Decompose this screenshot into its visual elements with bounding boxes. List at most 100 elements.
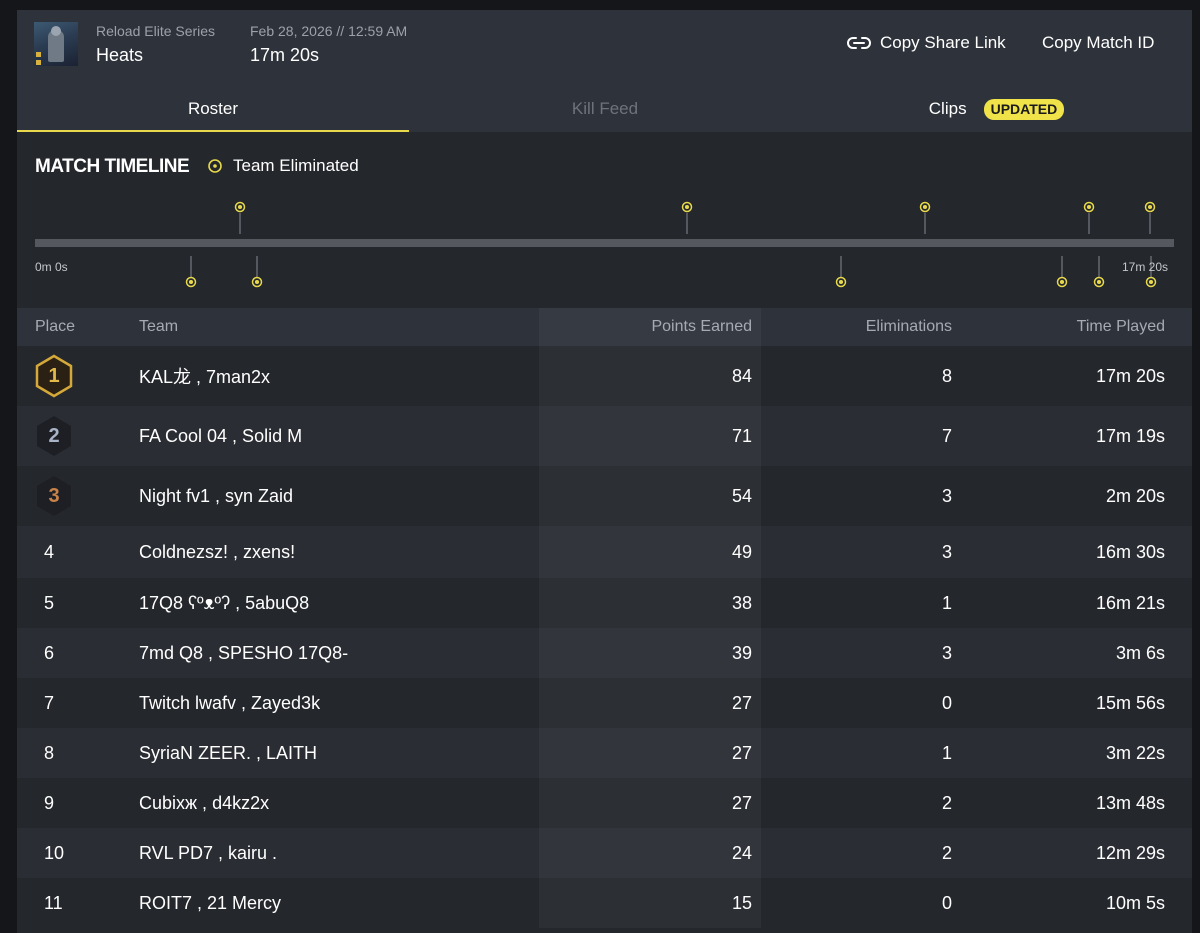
eliminations-value: 3: [941, 485, 952, 506]
time-played-value: 13m 48s: [1095, 792, 1165, 813]
eliminations-value: 0: [941, 692, 952, 713]
team-name: Night fv1 , syn Zaid: [139, 485, 294, 506]
points-value: 71: [731, 425, 752, 446]
points-value: 27: [731, 742, 752, 763]
time-played-value: 16m 21s: [1095, 592, 1165, 613]
table-row[interactable]: 1 KAL龙 , 7man2x 84 8 17m 20s: [17, 346, 1192, 406]
table-row[interactable]: 6 7md Q8 , SPESHO 17Q8- 39 3 3m 6s: [17, 628, 1192, 678]
place-number: 6: [44, 642, 55, 663]
match-info: Feb 28, 2026 // 12:59 AM 17m 20s: [250, 23, 407, 66]
team-name: FA Cool 04 , Solid M: [139, 425, 303, 446]
team-eliminated-icon: [208, 159, 222, 173]
timeline-legend: Team Eliminated: [207, 156, 359, 176]
column-header-points: Points Earned: [651, 318, 752, 335]
standings-table: Place Team Points Earned Eliminations Ti…: [17, 308, 1192, 928]
column-header-eliminations: Eliminations: [865, 318, 952, 335]
bronze-medal-icon: 3: [35, 474, 73, 518]
time-played-value: 15m 56s: [1095, 692, 1165, 713]
timeline-start-label: 0m 0s: [35, 260, 68, 274]
table-row[interactable]: 4 Coldnezsz! , zxens! 49 3 16m 30s: [17, 526, 1192, 578]
eliminations-value: 0: [941, 892, 952, 913]
points-value: 15: [731, 892, 752, 913]
elimination-marker-icon: [1145, 276, 1157, 288]
points-value: 54: [731, 485, 752, 506]
match-panel: Reload Elite Series Heats Feb 28, 2026 /…: [17, 10, 1192, 933]
team-name: Twitch lwafv , Zayed3k: [139, 692, 321, 713]
team-name: SyriaN ZEER. , LAITH: [139, 742, 318, 763]
copy-match-id-label: Copy Match ID: [1042, 33, 1155, 52]
elimination-marker-icon: [1056, 276, 1068, 288]
table-row[interactable]: 11 ROIT7 , 21 Mercy 15 0 10m 5s: [17, 878, 1192, 928]
place-number: 11: [44, 892, 63, 913]
time-played-value: 2m 20s: [1105, 485, 1165, 506]
event-name: Heats: [96, 45, 144, 65]
points-value: 39: [731, 642, 752, 663]
elimination-marker-icon: [681, 201, 693, 213]
elimination-marker-icon: [1144, 201, 1156, 213]
table-row[interactable]: 5 17Q8 ʕºᴥºʔ , 5abuQ8 38 1 16m 21s: [17, 578, 1192, 628]
team-name: Coldnezsz! , zxens!: [139, 541, 296, 562]
points-value: 27: [731, 692, 752, 713]
tab-kill-feed-label: Kill Feed: [571, 99, 639, 118]
table-row[interactable]: 7 Twitch lwafv , Zayed3k 27 0 15m 56s: [17, 678, 1192, 728]
points-value: 27: [731, 792, 752, 813]
silver-medal-icon: 2: [35, 414, 73, 458]
team-name: KAL龙 , 7man2x: [139, 367, 271, 387]
team-name: 7md Q8 , SPESHO 17Q8-: [139, 642, 349, 663]
place-number: 7: [44, 692, 55, 713]
team-name: 17Q8 ʕºᴥºʔ , 5abuQ8: [139, 592, 310, 613]
tab-kill-feed[interactable]: Kill Feed: [409, 86, 801, 132]
updated-badge: UPDATED: [983, 98, 1065, 120]
place-number: 4: [44, 541, 55, 562]
match-datetime: Feb 28, 2026 // 12:59 AM: [250, 23, 408, 39]
timeline-track: [35, 239, 1174, 247]
timeline-markers-top: [239, 213, 1151, 234]
time-played-value: 10m 5s: [1105, 892, 1165, 913]
elimination-marker-icon: [234, 201, 246, 213]
time-played-value: 16m 30s: [1095, 541, 1165, 562]
table-row[interactable]: 9 Cubixж , d4kz2x 27 2 13m 48s: [17, 778, 1192, 828]
series-name: Reload Elite Series: [96, 23, 216, 39]
eliminations-value: 3: [941, 642, 952, 663]
points-value: 84: [731, 365, 752, 386]
tab-clips[interactable]: Clips UPDATED: [801, 86, 1192, 132]
time-played-value: 3m 22s: [1105, 742, 1165, 763]
copy-match-id-button[interactable]: Copy Match ID: [1042, 31, 1154, 55]
place-number: 1: [48, 364, 60, 387]
points-value: 49: [731, 541, 752, 562]
table-row[interactable]: 2 FA Cool 04 , Solid M 71 7 17m 19s: [17, 406, 1192, 466]
table-row[interactable]: 3 Night fv1 , syn Zaid 54 3 2m 20s: [17, 466, 1192, 526]
place-number: 10: [44, 842, 65, 863]
table-row[interactable]: 8 SyriaN ZEER. , LAITH 27 1 3m 22s: [17, 728, 1192, 778]
copy-share-link-button[interactable]: Copy Share Link: [847, 31, 1006, 55]
table-row[interactable]: 10 RVL PD7 , kairu . 24 2 12m 29s: [17, 828, 1192, 878]
match-timeline: [35, 201, 1174, 288]
column-header-place: Place: [35, 318, 76, 335]
eliminations-value: 8: [941, 365, 952, 386]
elimination-marker-icon: [1083, 201, 1095, 213]
elimination-marker-icon: [919, 201, 931, 213]
place-number: 9: [44, 792, 55, 813]
tab-roster-label: Roster: [187, 99, 239, 118]
elimination-marker-icon: [1093, 276, 1105, 288]
column-header-time-played: Time Played: [1076, 318, 1165, 335]
elimination-marker-icon: [835, 276, 847, 288]
timeline-markers-bottom: [190, 256, 1152, 277]
team-name: Cubixж , d4kz2x: [139, 792, 270, 813]
time-played-value: 12m 29s: [1095, 842, 1165, 863]
points-value: 38: [731, 592, 752, 613]
tab-clips-label: Clips: [928, 99, 967, 118]
match-duration: 17m 20s: [250, 45, 320, 65]
gold-medal-icon: 1: [35, 354, 73, 398]
place-number: 2: [48, 424, 60, 447]
eliminations-value: 3: [941, 541, 952, 562]
eliminations-value: 7: [941, 425, 952, 446]
event-info: Reload Elite Series Heats: [96, 23, 215, 66]
eliminations-value: 1: [941, 592, 952, 613]
place-number: 3: [48, 484, 60, 507]
team-name: RVL PD7 , kairu .: [139, 842, 278, 863]
eliminations-value: 2: [941, 842, 952, 863]
place-number: 8: [44, 742, 55, 763]
tab-roster[interactable]: Roster: [17, 86, 409, 132]
time-played-value: 17m 20s: [1095, 365, 1165, 386]
